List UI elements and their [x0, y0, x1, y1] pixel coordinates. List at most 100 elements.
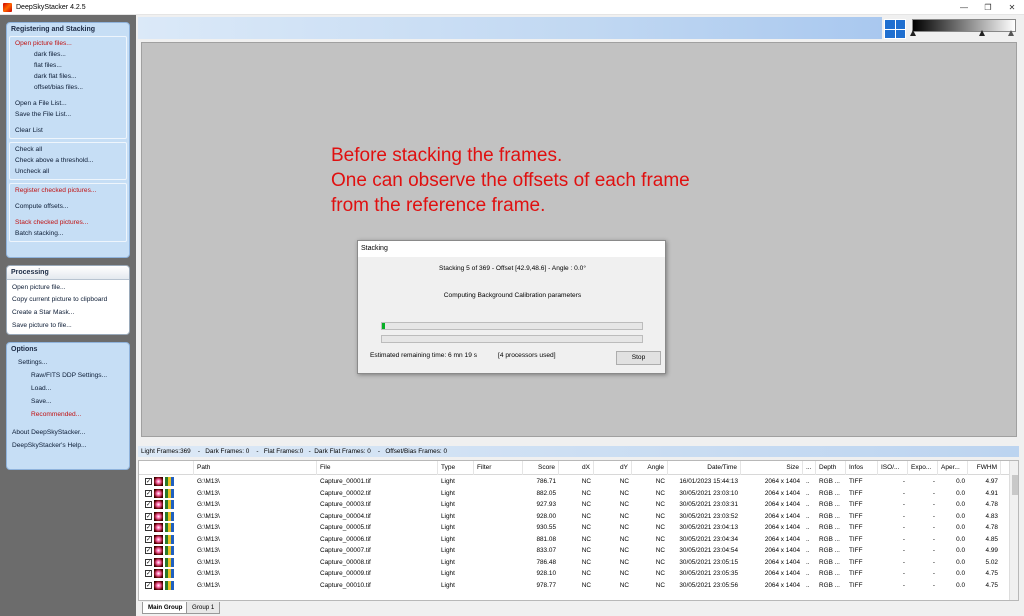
col-header-icons [139, 461, 194, 475]
cell-expo: - [932, 535, 935, 543]
col-header-exposure[interactable]: Expo... [908, 461, 938, 475]
window-controls: — ❐ ✕ [952, 0, 1024, 15]
cell-aper: 0.0 [956, 501, 965, 508]
save-file-list-link[interactable]: Save the File List... [10, 109, 126, 120]
table-row[interactable]: ✓ G:\M13\ Capture_00008.tif Light 786.48 NC NC… [139, 557, 1009, 569]
table-row[interactable]: ✓ G:\M13\ Capture_00006.tif Light 881.08 NC NC… [139, 534, 1009, 546]
cell-iso: - [902, 501, 905, 508]
cell-angle: NC [655, 570, 665, 577]
row-checkbox[interactable]: ✓ [145, 501, 152, 508]
copy-to-clipboard-link[interactable]: Copy current picture to clipboard [7, 293, 129, 306]
row-checkbox[interactable]: ✓ [145, 478, 152, 485]
cell-expo: - [932, 489, 935, 497]
table-row[interactable]: ✓ G:\M13\ Capture_00002.tif Light 882.05 NC NC… [139, 488, 1009, 500]
col-header-score[interactable]: Score [523, 461, 559, 475]
cell-depth: RGB ... [819, 524, 840, 531]
gamma-white-slider[interactable] [1008, 30, 1014, 36]
col-header-filter[interactable]: Filter [474, 461, 523, 475]
about-link[interactable]: About DeepSkyStacker... [7, 426, 129, 439]
row-checkbox[interactable]: ✓ [145, 547, 152, 554]
stack-checked-link[interactable]: Stack checked pictures... [10, 217, 126, 228]
color-adjust-icon[interactable] [884, 19, 906, 39]
restore-button[interactable]: ❐ [976, 0, 1000, 15]
compute-offsets-link[interactable]: Compute offsets... [10, 201, 126, 212]
col-header-size[interactable]: Size [741, 461, 803, 475]
dark-files-link[interactable]: dark files... [10, 49, 126, 60]
gamma-black-slider[interactable] [910, 30, 916, 36]
col-header-path[interactable]: Path [194, 461, 317, 475]
cell-depth: RGB ... [819, 581, 840, 589]
row-checkbox[interactable]: ✓ [145, 535, 152, 543]
cell-size: 2064 x 1404 [764, 512, 800, 520]
col-header-extra[interactable]: ... [803, 461, 816, 475]
col-header-datetime[interactable]: Date/Time [668, 461, 741, 475]
save-settings-link[interactable]: Save... [7, 395, 129, 408]
open-picture-files-link[interactable]: Open picture files... [10, 38, 126, 49]
table-row[interactable]: ✓ G:\M13\ Capture_00007.tif Light 833.07 NC NC… [139, 545, 1009, 557]
gamma-gradient-bar[interactable] [912, 19, 1016, 32]
col-header-dx[interactable]: dX [559, 461, 594, 475]
save-picture-link[interactable]: Save picture to file... [7, 319, 129, 332]
col-header-angle[interactable]: Angle [632, 461, 668, 475]
table-row[interactable]: ✓ G:\M13\ Capture_00005.tif Light 930.55 NC NC… [139, 522, 1009, 534]
cell-dx: NC [581, 558, 591, 566]
stop-button[interactable]: Stop [616, 351, 661, 365]
stack-group: Register checked pictures... Compute off… [9, 183, 127, 242]
rgb-channels-icon [165, 534, 174, 544]
table-row[interactable]: ✓ G:\M13\ Capture_00010.tif Light 978.77 NC NC… [139, 580, 1009, 592]
recommended-settings-link[interactable]: Recommended... [7, 408, 129, 421]
settings-link[interactable]: Settings... [7, 356, 129, 369]
right-edge-scrollbar[interactable] [1017, 40, 1024, 440]
row-checkbox[interactable]: ✓ [145, 524, 152, 531]
col-header-dy[interactable]: dY [594, 461, 632, 475]
open-file-list-link[interactable]: Open a File List... [10, 98, 126, 109]
open-picture-file-link[interactable]: Open picture file... [7, 282, 129, 293]
col-header-depth[interactable]: Depth [816, 461, 846, 475]
uncheck-all-link[interactable]: Uncheck all [10, 166, 126, 177]
tab-group-1[interactable]: Group 1 [186, 602, 221, 614]
rgb-channels-icon [165, 557, 174, 567]
row-checkbox[interactable]: ✓ [145, 489, 152, 497]
table-row[interactable]: ✓ G:\M13\ Capture_00004.tif Light 928.00 NC NC… [139, 511, 1009, 523]
cell-iso: - [902, 535, 905, 543]
cell-dots: .. [806, 489, 810, 497]
check-above-threshold-link[interactable]: Check above a threshold... [10, 155, 126, 166]
table-row[interactable]: ✓ G:\M13\ Capture_00009.tif Light 928.10 NC NC… [139, 568, 1009, 580]
offset-bias-files-link[interactable]: offset/bias files... [10, 82, 126, 93]
table-scroll-thumb[interactable] [1012, 475, 1018, 495]
col-header-file[interactable]: File [317, 461, 438, 475]
cell-iso: - [902, 558, 905, 566]
table-row[interactable]: ✓ G:\M13\ Capture_00003.tif Light 927.93 NC NC… [139, 499, 1009, 511]
row-checkbox[interactable]: ✓ [145, 570, 152, 577]
help-link[interactable]: DeepSkyStacker's Help... [7, 439, 129, 452]
cell-aper: 0.0 [956, 581, 965, 589]
create-star-mask-link[interactable]: Create a Star Mask... [7, 306, 129, 319]
load-settings-link[interactable]: Load... [7, 382, 129, 395]
cell-dy: NC [619, 535, 629, 543]
clear-list-link[interactable]: Clear List [10, 125, 126, 136]
row-checkbox[interactable]: ✓ [145, 558, 152, 566]
table-scrollbar[interactable] [1009, 461, 1018, 600]
batch-stacking-link[interactable]: Batch stacking... [10, 228, 126, 239]
col-header-iso[interactable]: ISO/... [878, 461, 908, 475]
register-checked-link[interactable]: Register checked pictures... [10, 185, 126, 196]
col-header-type[interactable]: Type [438, 461, 474, 475]
col-header-aperture[interactable]: Aper... [938, 461, 968, 475]
cell-date: 30/05/2021 23:04:54 [679, 547, 738, 554]
cell-file: Capture_00004.tif [320, 512, 371, 520]
dark-flat-files-link[interactable]: dark flat files... [10, 71, 126, 82]
flat-files-link[interactable]: flat files... [10, 60, 126, 71]
minimize-button[interactable]: — [952, 0, 976, 15]
check-all-link[interactable]: Check all [10, 144, 126, 155]
gamma-mid-slider[interactable] [979, 30, 985, 36]
raw-fits-settings-link[interactable]: Raw/FITS DDP Settings... [7, 369, 129, 382]
col-header-fwhm[interactable]: FWHM [968, 461, 1001, 475]
col-header-infos[interactable]: Infos [846, 461, 878, 475]
tab-main-group[interactable]: Main Group [142, 602, 189, 614]
row-checkbox[interactable]: ✓ [145, 581, 152, 589]
table-row[interactable]: ✓ G:\M13\ Capture_00001.tif Light 786.71 NC NC… [139, 476, 1009, 488]
star-thumbnail-icon [154, 557, 163, 567]
row-checkbox[interactable]: ✓ [145, 512, 152, 520]
cell-aper: 0.0 [956, 570, 965, 577]
close-button[interactable]: ✕ [1000, 0, 1024, 15]
